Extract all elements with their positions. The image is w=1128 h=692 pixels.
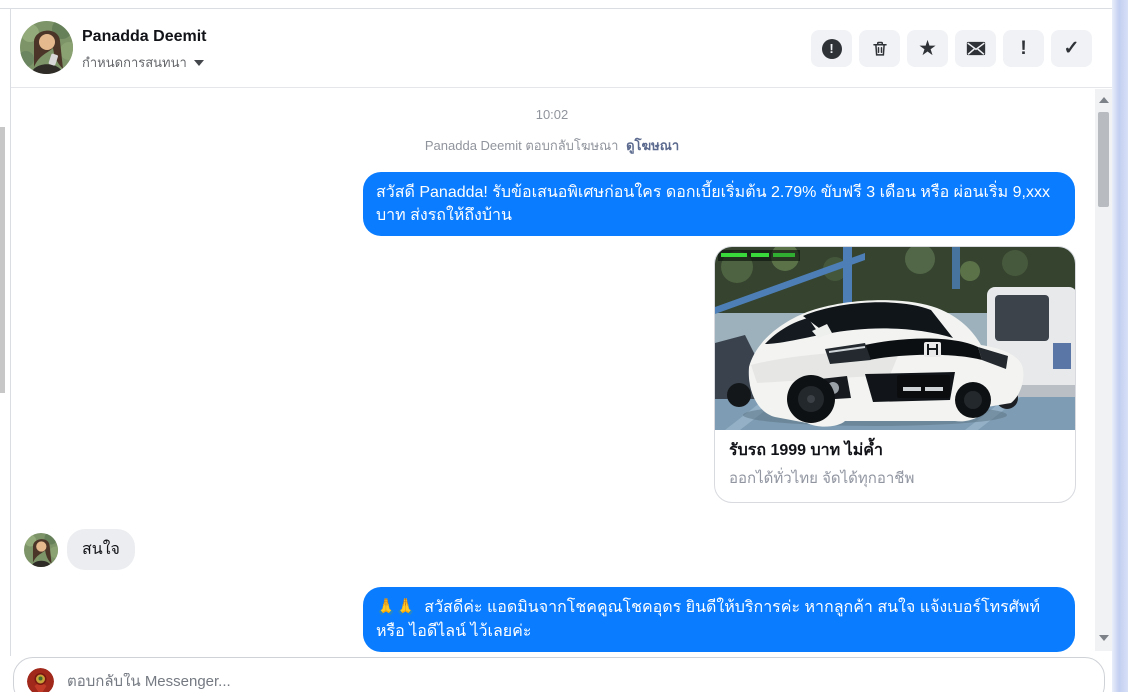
envelope-icon bbox=[966, 41, 985, 56]
report-button[interactable]: ! bbox=[811, 30, 852, 67]
contact-name: Panadda Deemit bbox=[82, 28, 207, 45]
view-ad-link[interactable]: ดูโฆษณา bbox=[626, 138, 679, 153]
message-list: 10:02 Panadda Deemit ตอบกลับโฆษณา ดูโฆษณ… bbox=[11, 89, 1093, 683]
ad-card-subtitle: ออกได้ทั่วไทย จัดได้ทุกอาชีพ bbox=[729, 470, 915, 488]
ad-context-line: Panadda Deemit ตอบกลับโฆษณา ดูโฆษณา bbox=[425, 135, 679, 156]
outgoing-message-bubble: สวัสดี Panadda! รับข้อเสนอพิเศษก่อนใคร ด… bbox=[363, 172, 1075, 237]
star-icon: ★ bbox=[918, 37, 937, 60]
message-text: สวัสดีค่ะ แอดมินจากโชคคูณโชคอุดร ยินดีให… bbox=[376, 599, 1040, 640]
avatar[interactable] bbox=[20, 21, 73, 74]
ad-context-text: Panadda Deemit ตอบกลับโฆษณา bbox=[424, 138, 619, 153]
mark-important-button[interactable]: ! bbox=[1003, 30, 1044, 67]
timestamp: 10:02 bbox=[535, 107, 569, 122]
mark-done-button[interactable]: ✓ bbox=[1051, 30, 1092, 67]
ad-card-title: รับรถ 1999 บาท ไม่ค้ำ bbox=[729, 442, 883, 460]
praying-hands-emoji: 🙏🙏 bbox=[376, 599, 416, 617]
incoming-message-bubble: สนใจ bbox=[67, 529, 135, 571]
page-avatar bbox=[27, 667, 54, 692]
scroll-up-icon[interactable] bbox=[1099, 97, 1109, 103]
message-text: สนใจ bbox=[82, 541, 120, 559]
reply-input[interactable] bbox=[67, 672, 1091, 690]
ad-attachment-card[interactable]: รับรถ 1999 บาท ไม่ค้ำ ออกได้ทั่วไทย จัดไ… bbox=[714, 246, 1076, 504]
person-avatar-image bbox=[20, 21, 73, 74]
car-photo bbox=[715, 247, 1075, 431]
scrollbar-thumb[interactable] bbox=[1098, 112, 1109, 207]
chat-window: Panadda Deemit กำหนดการสนทนา ! ★ ! ✓ 10:… bbox=[0, 0, 1128, 692]
chat-scrollbar[interactable] bbox=[1095, 89, 1112, 651]
exclamation-icon: ! bbox=[1020, 38, 1027, 59]
chevron-down-icon bbox=[193, 59, 204, 66]
avatar[interactable] bbox=[24, 532, 58, 567]
conversation-label-dropdown[interactable]: กำหนดการสนทนา bbox=[82, 52, 204, 73]
check-icon: ✓ bbox=[1063, 38, 1080, 59]
scroll-down-icon[interactable] bbox=[1099, 635, 1109, 641]
star-button[interactable]: ★ bbox=[907, 30, 948, 67]
circle-exclamation-icon: ! bbox=[821, 38, 842, 59]
trash-icon bbox=[872, 41, 887, 56]
message-text: สวัสดี Panadda! รับข้อเสนอพิเศษก่อนใคร ด… bbox=[376, 184, 1050, 225]
person-avatar-image bbox=[24, 532, 58, 567]
window-edge-strip bbox=[1112, 0, 1128, 692]
conversation-list-scrollbar[interactable] bbox=[0, 127, 5, 393]
delete-button[interactable] bbox=[859, 30, 900, 67]
header-action-bar: ! ★ ! ✓ bbox=[811, 30, 1092, 67]
mark-unread-button[interactable] bbox=[955, 30, 996, 67]
reply-composer bbox=[13, 657, 1105, 692]
conversation-header: Panadda Deemit กำหนดการสนทนา ! ★ ! ✓ bbox=[11, 9, 1112, 88]
incoming-message-row: สนใจ bbox=[24, 529, 135, 571]
conversation-label-text: กำหนดการสนทนา bbox=[82, 55, 187, 70]
outgoing-message-bubble: 🙏🙏 สวัสดีค่ะ แอดมินจากโชคคูณโชคอุดร ยินด… bbox=[363, 587, 1075, 652]
ad-card-text: รับรถ 1999 บาท ไม่ค้ำ ออกได้ทั่วไทย จัดไ… bbox=[715, 430, 1075, 502]
page-logo-image bbox=[27, 667, 54, 692]
